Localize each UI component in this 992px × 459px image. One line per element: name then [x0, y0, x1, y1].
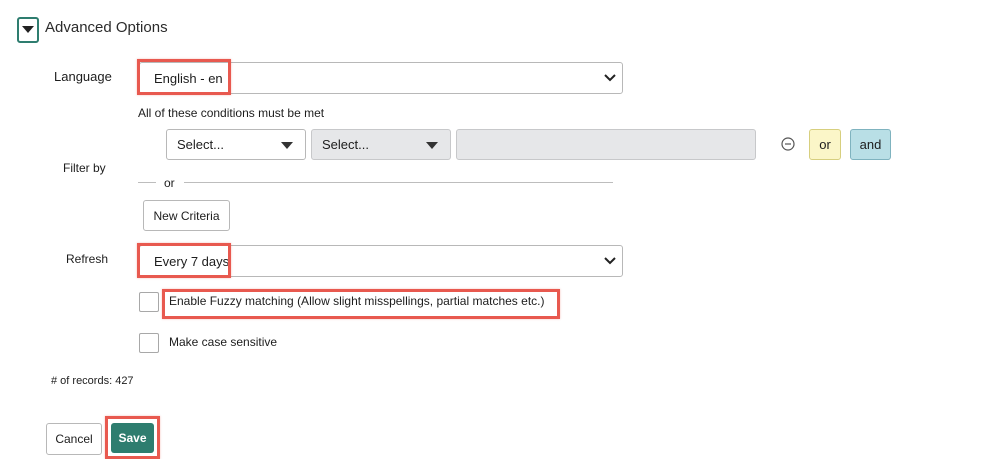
divider-right: [184, 182, 613, 183]
refresh-label: Refresh: [66, 252, 109, 266]
language-label: Language: [54, 69, 112, 84]
save-button[interactable]: Save: [111, 423, 154, 453]
chevron-down-icon: [604, 74, 616, 82]
records-count: # of records: 427: [51, 375, 134, 387]
divider-left: [138, 182, 156, 183]
cancel-button[interactable]: Cancel: [46, 423, 102, 455]
conditions-heading: All of these conditions must be met: [138, 106, 325, 120]
filter-by-label: Filter by: [63, 161, 106, 175]
language-highlight: [137, 59, 231, 95]
operator-select-value: Select...: [322, 137, 369, 152]
operator-select[interactable]: Select...: [311, 129, 451, 160]
and-button[interactable]: and: [850, 129, 891, 160]
condition-value-input[interactable]: [456, 129, 756, 160]
caret-down-icon: [281, 141, 293, 149]
minus-circle-icon[interactable]: [781, 137, 795, 151]
refresh-highlight: [137, 243, 231, 278]
case-sensitive-label: Make case sensitive: [169, 335, 278, 349]
fuzzy-checkbox[interactable]: [139, 292, 159, 312]
or-divider-text: or: [164, 176, 175, 190]
chevron-down-icon: [604, 257, 616, 265]
caret-down-icon: [22, 26, 34, 33]
field-select-value: Select...: [177, 137, 224, 152]
caret-down-icon: [426, 141, 438, 149]
fuzzy-highlight: [162, 289, 560, 319]
new-criteria-button[interactable]: New Criteria: [143, 200, 230, 231]
advanced-options-toggle[interactable]: [17, 17, 39, 43]
case-sensitive-checkbox[interactable]: [139, 333, 159, 353]
field-select[interactable]: Select...: [166, 129, 306, 160]
section-title: Advanced Options: [45, 19, 168, 36]
or-button[interactable]: or: [809, 129, 841, 160]
